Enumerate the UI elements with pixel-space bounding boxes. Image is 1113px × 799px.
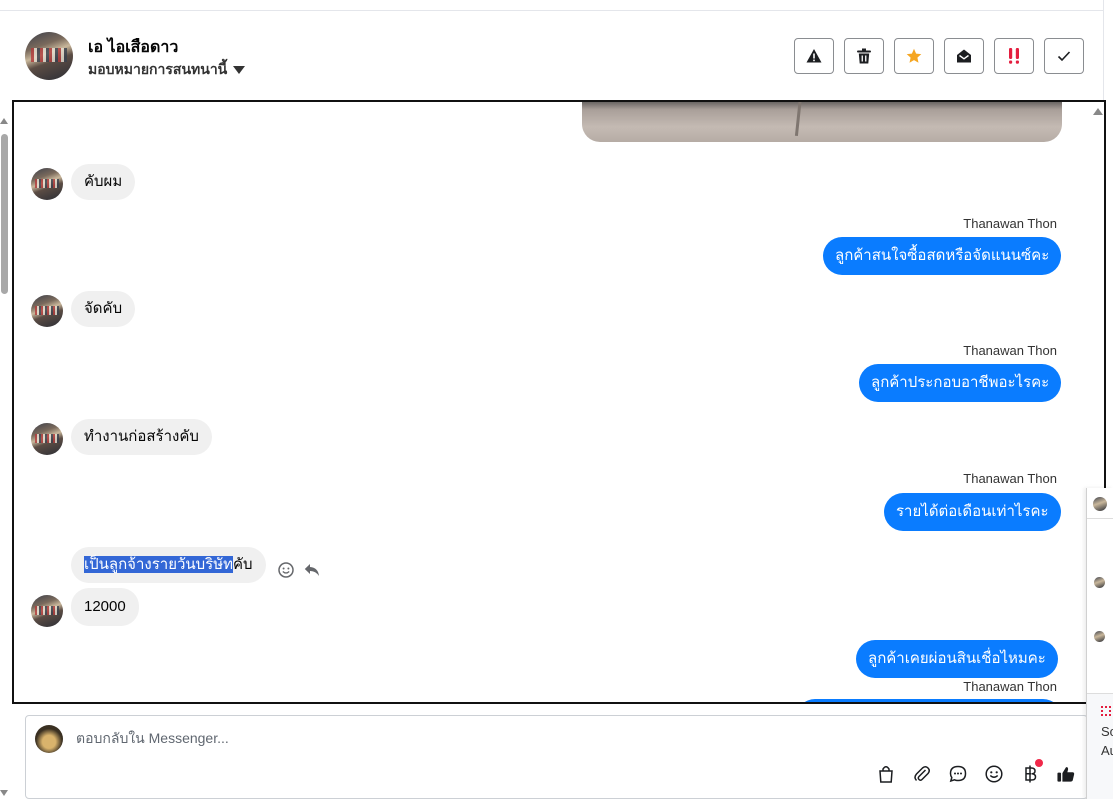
message-thread[interactable]: คับผม Thanawan Thon ลูกค้าสนใจซื้อสดหรือ… (12, 100, 1106, 704)
page-scrollbar[interactable] (0, 112, 9, 799)
paperclip-icon (914, 766, 930, 782)
top-divider (0, 0, 1103, 11)
mark-read-button[interactable] (944, 38, 984, 74)
bag-icon (879, 766, 893, 783)
thread-scroll-up-icon[interactable] (1093, 108, 1103, 115)
double-exclamation-icon (1009, 48, 1019, 64)
thumbs-up-icon (1057, 767, 1075, 782)
incoming-message[interactable]: คับผม (71, 164, 136, 200)
sender-name: Thanawan Thon (963, 343, 1057, 358)
assign-dropdown[interactable]: มอบหมายการสนทนานี้ (88, 59, 246, 81)
message-actions (278, 562, 320, 578)
mark-done-button[interactable] (1044, 38, 1084, 74)
payment-button[interactable] (1021, 759, 1043, 784)
attached-photo[interactable] (582, 102, 1062, 142)
page-avatar (35, 725, 63, 753)
reply-composer (25, 715, 1088, 799)
open-envelope-icon (957, 49, 971, 63)
composer-toolbar (877, 759, 1075, 784)
attach-button[interactable] (913, 764, 931, 784)
conversation-header: เอ ไอเสือดาว มอบหมายการสนทนานี้ (0, 12, 1103, 100)
emoji-icon (985, 765, 1003, 783)
notification-dot (1035, 759, 1043, 767)
outgoing-message[interactable]: รายได้ต่อเดือนเท่าไรคะ (884, 493, 1061, 531)
outgoing-message[interactable]: ลูกค้าประกอบอาชีพอะไรคะ (859, 364, 1062, 402)
contact-avatar-small (31, 295, 63, 327)
scrollbar-thumb[interactable] (1, 134, 8, 294)
priority-button[interactable] (994, 38, 1034, 74)
contact-avatar-small (1094, 631, 1105, 642)
delete-button[interactable] (844, 38, 884, 74)
panel-text: So (1101, 724, 1113, 739)
panel-divider (1087, 518, 1113, 519)
header-actions (794, 38, 1084, 74)
scroll-down-icon[interactable] (0, 790, 8, 796)
incoming-message[interactable]: จัดคับ (71, 291, 136, 327)
assign-label: มอบหมายการสนทนานี้ (88, 61, 228, 77)
incoming-message[interactable]: ทำงานก่อสร้างคับ (71, 419, 212, 455)
star-button[interactable] (894, 38, 934, 74)
outgoing-message[interactable]: ลูกค้าสนใจซื้อสดหรือจัดแนนซ์คะ (823, 237, 1062, 275)
contact-avatar[interactable] (25, 32, 73, 80)
side-popup-panel[interactable]: So Au (1086, 488, 1113, 799)
trash-icon (857, 48, 871, 64)
outgoing-message[interactable]: ลูกค้าเคยผ่อนสินเชื่อไหมคะ (856, 640, 1058, 678)
shop-button[interactable] (877, 764, 895, 784)
app-logo-icon (1101, 706, 1111, 716)
emoji-button[interactable] (985, 764, 1003, 784)
panel-text: Au (1101, 743, 1113, 758)
contact-avatar-small (31, 423, 63, 455)
incoming-message[interactable]: เป็นลูกจ้างรายวันบริษัทคับ (71, 547, 266, 583)
scroll-up-icon[interactable] (0, 118, 8, 124)
contact-avatar-small (1094, 577, 1105, 588)
outgoing-message[interactable] (796, 699, 1062, 702)
sender-name: Thanawan Thon (963, 471, 1057, 486)
star-icon (906, 48, 922, 63)
baht-icon (1025, 765, 1037, 783)
message-text: คับ (233, 556, 253, 573)
incoming-message[interactable]: 12000 (71, 588, 139, 626)
sender-name: Thanawan Thon (963, 216, 1057, 231)
chat-bubble-icon (949, 765, 967, 783)
emoji-react-icon[interactable] (278, 562, 294, 578)
like-button[interactable] (1057, 764, 1075, 784)
contact-avatar-small (31, 595, 63, 627)
report-button[interactable] (794, 38, 834, 74)
saved-reply-button[interactable] (949, 764, 967, 784)
check-icon (1057, 51, 1071, 62)
chevron-down-icon (233, 66, 246, 74)
panel-footer: So Au (1087, 693, 1113, 799)
contact-avatar-small (31, 168, 63, 200)
selected-text: เป็นลูกจ้างรายวันบริษัท (84, 556, 234, 573)
warning-icon (806, 49, 822, 63)
sender-name: Thanawan Thon (963, 679, 1057, 694)
contact-name[interactable]: เอ ไอเสือดาว (88, 35, 178, 60)
reply-icon[interactable] (304, 563, 320, 577)
reply-input[interactable] (74, 729, 774, 747)
contact-avatar-small (1093, 497, 1107, 511)
